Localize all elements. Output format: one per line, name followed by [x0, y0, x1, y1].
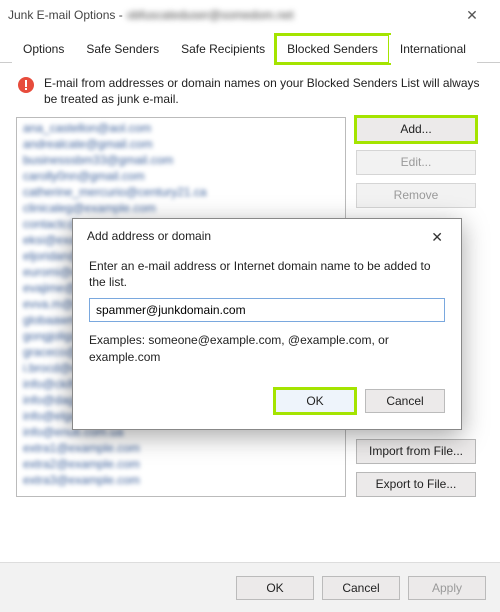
list-item[interactable]: andrealcate@gmail.com — [21, 136, 341, 152]
list-item[interactable]: catherine_mercurio@century21.ca — [21, 184, 341, 200]
window-title-prefix: Junk E-mail Options - — [8, 8, 123, 22]
modal-close-icon[interactable]: ✕ — [427, 229, 447, 246]
list-item[interactable]: extra1@example.com — [21, 440, 341, 456]
list-item[interactable]: businesssbm33@gmail.com — [21, 152, 341, 168]
blocked-description: E-mail from addresses or domain names on… — [44, 75, 484, 107]
dialog-footer: OK Cancel Apply — [0, 562, 500, 612]
modal-ok-button[interactable]: OK — [275, 389, 355, 413]
tab-safe-recipients[interactable]: Safe Recipients — [170, 35, 276, 63]
list-item[interactable]: extra2@example.com — [21, 456, 341, 472]
list-item[interactable]: ana_castellon@aol.com — [21, 120, 341, 136]
add-address-dialog: Add address or domain ✕ Enter an e-mail … — [72, 218, 462, 430]
tab-strip: Options Safe Senders Safe Recipients Blo… — [0, 34, 500, 63]
modal-title: Add address or domain — [87, 229, 211, 246]
tab-international[interactable]: International — [389, 35, 477, 63]
title-bar: Junk E-mail Options - obfuscateduser@som… — [0, 0, 500, 30]
tab-blocked-senders[interactable]: Blocked Senders — [276, 35, 389, 63]
footer-apply-button: Apply — [408, 576, 486, 600]
close-icon[interactable]: ✕ — [452, 7, 492, 24]
junk-mail-icon — [16, 75, 36, 95]
import-button[interactable]: Import from File... — [356, 439, 476, 464]
list-item[interactable]: carolly0nn@gmail.com — [21, 168, 341, 184]
list-item[interactable]: clinicaleg@example.com — [21, 200, 341, 216]
window-title-email: obfuscateduser@somedom.net — [127, 8, 294, 22]
edit-button: Edit... — [356, 150, 476, 175]
tab-safe-senders[interactable]: Safe Senders — [75, 35, 170, 63]
footer-ok-button[interactable]: OK — [236, 576, 314, 600]
export-button[interactable]: Export to File... — [356, 472, 476, 497]
modal-cancel-button[interactable]: Cancel — [365, 389, 445, 413]
address-input[interactable] — [89, 298, 445, 322]
modal-examples: Examples: someone@example.com, @example.… — [89, 332, 445, 364]
footer-cancel-button[interactable]: Cancel — [322, 576, 400, 600]
tab-options[interactable]: Options — [12, 35, 75, 63]
remove-button: Remove — [356, 183, 476, 208]
list-item[interactable]: extra3@example.com — [21, 472, 341, 488]
add-button[interactable]: Add... — [356, 117, 476, 142]
modal-prompt: Enter an e-mail address or Internet doma… — [89, 258, 445, 290]
